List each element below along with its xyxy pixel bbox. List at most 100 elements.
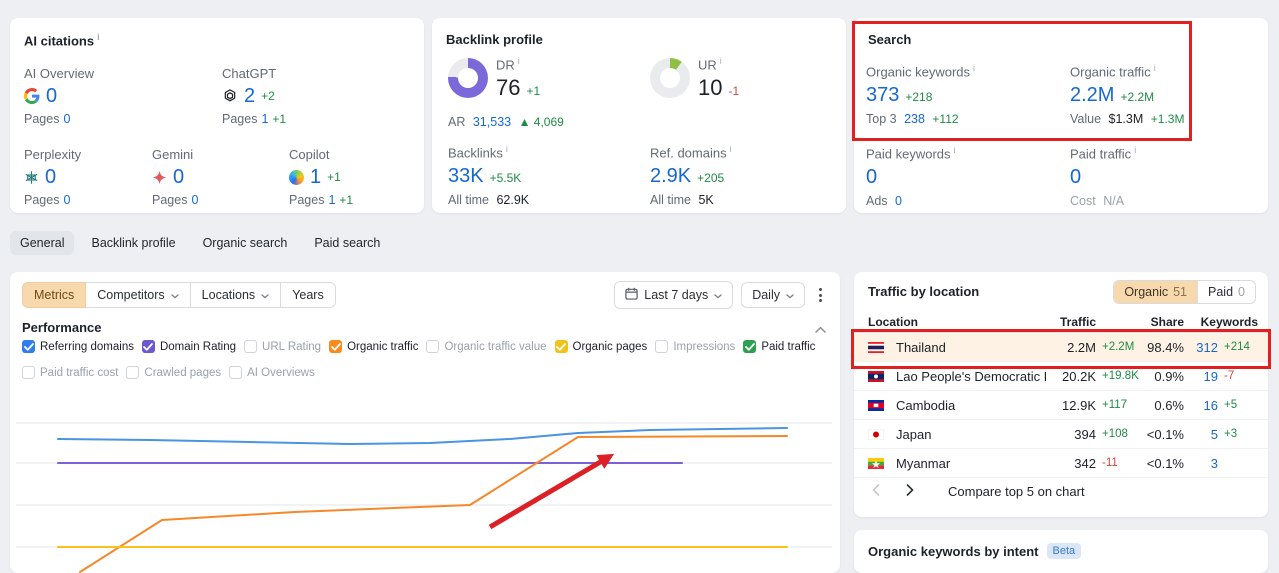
date-range-button[interactable]: Last 7 days bbox=[614, 281, 734, 309]
granularity-label: Daily bbox=[752, 288, 780, 302]
metric-checkbox-url-rating[interactable]: URL Rating bbox=[244, 340, 321, 353]
location-name[interactable]: Lao People's Democratic Reput bbox=[892, 369, 1046, 384]
backlinks-value[interactable]: 33K bbox=[448, 164, 484, 188]
engine-pages-value[interactable]: 1 bbox=[328, 193, 335, 207]
organic-paid-toggle: Organic 51 Paid 0 bbox=[1113, 280, 1256, 304]
checked-checkbox-icon bbox=[141, 340, 155, 353]
location-name[interactable]: Thailand bbox=[892, 340, 1046, 355]
tab-general[interactable]: General bbox=[10, 231, 75, 255]
metric-checkbox-row-1: Referring domains Domain Rating URL Rating… bbox=[22, 340, 815, 353]
table-row-japan[interactable]: Japan 394 +108 <0.1% 5 +3 bbox=[854, 420, 1268, 449]
metric-label: Domain Rating bbox=[159, 340, 237, 353]
metric-checkbox-organic-pages[interactable]: Organic pages bbox=[554, 340, 647, 353]
checked-checkbox-icon bbox=[329, 340, 343, 353]
keywords-value[interactable]: 16 bbox=[1184, 398, 1218, 413]
ref-domains-delta: +205 bbox=[697, 171, 725, 186]
engine-pages-value[interactable]: 0 bbox=[191, 193, 198, 207]
metric-checkbox-domain-rating[interactable]: Domain Rating bbox=[141, 340, 237, 353]
engine-pages-value[interactable]: 0 bbox=[63, 112, 70, 126]
table-row-myanmar[interactable]: Myanmar 342 -11 <0.1% 3 bbox=[854, 449, 1268, 478]
ar-value[interactable]: 31,533 bbox=[473, 115, 511, 129]
engine-pages-value[interactable]: 1 bbox=[261, 112, 268, 126]
segment-years[interactable]: Years bbox=[280, 282, 336, 308]
tab-backlink-profile[interactable]: Backlink profile bbox=[81, 231, 185, 255]
toggle-count: 51 bbox=[1173, 285, 1188, 299]
ai-engine-perplexity: Perplexity 0 Pages 0 bbox=[24, 147, 81, 207]
metric-checkbox-paid-traffic[interactable]: Paid traffic bbox=[743, 340, 815, 353]
metric-checkbox-referring-domains[interactable]: Referring domains bbox=[22, 340, 134, 353]
engine-pages-label: Pages bbox=[24, 112, 60, 126]
paid-keywords-value[interactable]: 0 bbox=[866, 165, 877, 189]
toggle-organic[interactable]: Organic 51 bbox=[1114, 281, 1198, 303]
segment-locations[interactable]: Locations bbox=[189, 282, 282, 308]
organic-traffic-value[interactable]: 2.2M bbox=[1070, 83, 1114, 107]
paid-traffic-value[interactable]: 0 bbox=[1070, 165, 1081, 189]
backlinks-stat: Backlinks 33K +5.5K All time 62.9K bbox=[448, 144, 533, 207]
engine-value[interactable]: 2 bbox=[244, 85, 255, 107]
location-name[interactable]: Myanmar bbox=[892, 456, 1046, 471]
traffic-value: 342 bbox=[1074, 455, 1096, 471]
location-name[interactable]: Cambodia bbox=[892, 398, 1046, 413]
backlink-profile-title: Backlink profile bbox=[446, 32, 543, 47]
backlinks-alltime-value: 62.9K bbox=[496, 193, 530, 208]
compare-top5-link[interactable]: Compare top 5 on chart bbox=[948, 484, 1085, 499]
table-row-lao-people-s-democratic-reput[interactable]: Lao People's Democratic Reput 20.2K +19.8K… bbox=[854, 362, 1268, 391]
ads-value[interactable]: 0 bbox=[895, 194, 902, 208]
keywords-value[interactable]: 19 bbox=[1184, 369, 1218, 384]
keywords-value[interactable]: 312 bbox=[1184, 340, 1218, 355]
metric-label: URL Rating bbox=[262, 340, 322, 353]
top3-label: Top 3 bbox=[866, 112, 897, 127]
granularity-button[interactable]: Daily bbox=[741, 282, 805, 308]
keywords-by-intent-title: Organic keywords by intent bbox=[868, 543, 1039, 559]
metric-checkbox-crawled-pages[interactable]: Crawled pages bbox=[126, 366, 221, 379]
engine-pages-value[interactable]: 0 bbox=[63, 193, 70, 207]
top3-value[interactable]: 238 bbox=[904, 112, 925, 126]
metrics-segmented-control: Metrics Competitors Locations Years bbox=[22, 282, 336, 308]
engine-value[interactable]: 0 bbox=[45, 166, 56, 188]
metric-checkbox-impressions[interactable]: Impressions bbox=[655, 340, 735, 353]
traffic-value: 12.9K bbox=[1062, 397, 1096, 413]
organic-keywords-value[interactable]: 373 bbox=[866, 83, 899, 107]
metric-checkbox-ai-overviews[interactable]: AI Overviews bbox=[229, 366, 315, 379]
dr-value: 76 bbox=[496, 75, 521, 101]
segment-metrics[interactable]: Metrics bbox=[22, 282, 87, 308]
unchecked-checkbox-icon bbox=[22, 366, 35, 379]
metric-checkbox-organic-traffic[interactable]: Organic traffic bbox=[329, 340, 418, 353]
metric-checkbox-paid-traffic-cost[interactable]: Paid traffic cost bbox=[22, 366, 118, 379]
location-name[interactable]: Japan bbox=[892, 427, 1046, 442]
engine-pages-delta: +1 bbox=[272, 112, 287, 126]
ref-domains-value[interactable]: 2.9K bbox=[650, 164, 691, 188]
checked-checkbox-icon bbox=[554, 340, 568, 353]
table-row-cambodia[interactable]: Cambodia 12.9K +117 0.6% 16 +5 bbox=[854, 391, 1268, 420]
collapse-chevron-up-icon[interactable] bbox=[815, 320, 826, 338]
keywords-value[interactable]: 5 bbox=[1184, 427, 1218, 442]
engine-value[interactable]: 1 bbox=[310, 166, 321, 188]
traffic-value: 394 bbox=[1074, 426, 1096, 442]
tab-paid-search[interactable]: Paid search bbox=[304, 231, 390, 255]
engine-value[interactable]: 0 bbox=[46, 85, 57, 107]
share-value: 0.9% bbox=[1154, 368, 1184, 384]
chevron-right-icon[interactable] bbox=[906, 484, 914, 499]
metric-label: Paid traffic cost bbox=[40, 366, 119, 379]
ai-citations-card: AI citations AI Overview0Pages0ChatGPT2+… bbox=[10, 18, 424, 213]
tab-organic-search[interactable]: Organic search bbox=[193, 231, 298, 255]
more-options-kebab-icon[interactable] bbox=[813, 283, 828, 307]
series-organic-traffic bbox=[79, 435, 788, 573]
keywords-value[interactable]: 3 bbox=[1184, 456, 1218, 471]
table-footer: Compare top 5 on chart bbox=[872, 484, 1085, 499]
chevron-left-icon[interactable] bbox=[872, 484, 880, 499]
unchecked-checkbox-icon bbox=[426, 340, 440, 353]
engine-label: ChatGPT bbox=[222, 66, 277, 81]
metric-checkbox-organic-traffic-value[interactable]: Organic traffic value bbox=[426, 340, 547, 353]
table-row-thailand[interactable]: Thailand 2.2M +2.2M 98.4% 312 +214 bbox=[854, 333, 1268, 362]
segment-competitors[interactable]: Competitors bbox=[85, 282, 191, 308]
keywords-delta: -7 bbox=[1224, 370, 1235, 382]
engine-pages-label: Pages bbox=[152, 193, 188, 207]
dr-stat: DR 76 +1 bbox=[496, 56, 540, 100]
flag-laos bbox=[868, 370, 892, 382]
keywords-delta: +5 bbox=[1224, 399, 1238, 411]
ai-engine-copilot: Copilot 1 +1 Pages 1 +1 bbox=[289, 147, 357, 207]
engine-value[interactable]: 0 bbox=[173, 166, 184, 188]
toggle-paid[interactable]: Paid 0 bbox=[1197, 281, 1255, 303]
col-share: Share bbox=[1150, 315, 1184, 329]
